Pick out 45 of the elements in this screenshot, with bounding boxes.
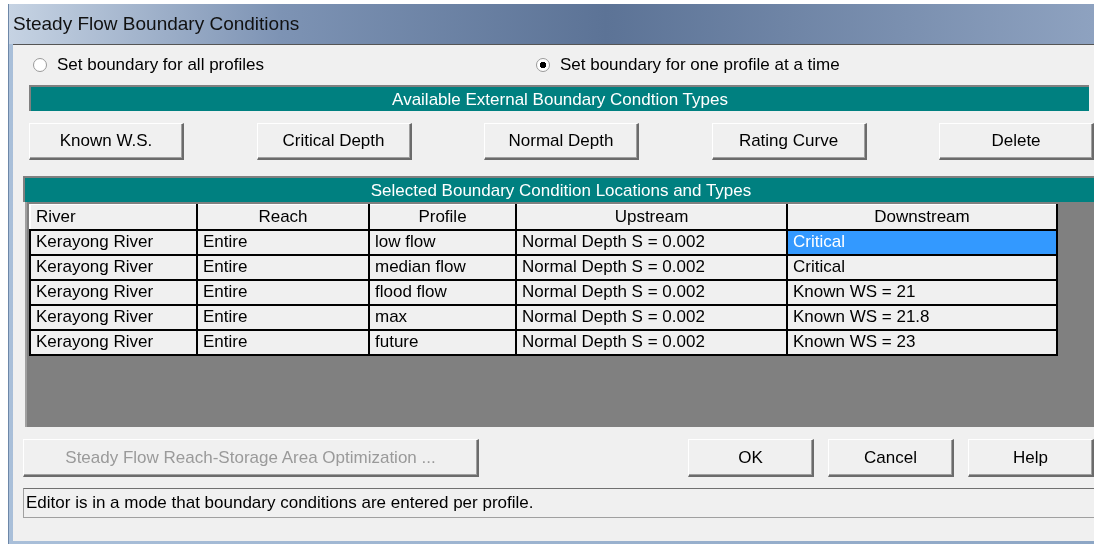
radio-icon[interactable] bbox=[535, 58, 550, 72]
table-cell[interactable]: Critical bbox=[787, 254, 1057, 280]
table-cell[interactable]: Known WS = 23 bbox=[787, 329, 1057, 355]
dialog-button[interactable]: OK bbox=[688, 439, 814, 477]
table-cell: max bbox=[369, 304, 516, 330]
table-cell: Kerayong River bbox=[30, 254, 197, 280]
table-cell: Entire bbox=[197, 329, 369, 355]
column-header: Reach bbox=[197, 204, 369, 230]
dialog-button[interactable]: Cancel bbox=[828, 439, 954, 477]
type-button[interactable]: Rating Curve bbox=[711, 123, 867, 160]
table-cell: Entire bbox=[197, 279, 369, 305]
status-bar: Editor is in a mode that boundary conditions are entered per profile. bbox=[23, 488, 1094, 518]
radio-icon[interactable] bbox=[33, 58, 47, 72]
type-button[interactable]: Normal Depth bbox=[484, 123, 639, 160]
table-cell: Normal Depth S = 0.002 bbox=[516, 229, 787, 255]
table-cell: Kerayong River bbox=[30, 229, 197, 255]
table-cell: median flow bbox=[369, 254, 516, 280]
column-header: River bbox=[30, 204, 197, 230]
type-button[interactable]: Known W.S. bbox=[29, 123, 184, 160]
table-cell: Normal Depth S = 0.002 bbox=[516, 279, 787, 305]
column-header: Downstream bbox=[787, 204, 1057, 230]
table-cell: Normal Depth S = 0.002 bbox=[516, 254, 787, 280]
table-cell[interactable]: Known WS = 21 bbox=[787, 279, 1057, 305]
column-header: Profile bbox=[369, 204, 516, 230]
table-cell: low flow bbox=[369, 229, 516, 255]
table-cell[interactable]: Known WS = 21.8 bbox=[787, 304, 1057, 330]
window-title: Steady Flow Boundary Conditions bbox=[13, 13, 300, 35]
radio-option[interactable]: Set boundary for one profile at a time bbox=[535, 55, 840, 75]
type-button[interactable]: Delete bbox=[939, 123, 1094, 160]
table-cell: flood flow bbox=[369, 279, 516, 305]
section-header: Available External Boundary Condtion Types bbox=[29, 85, 1089, 111]
dialog-button[interactable]: Help bbox=[968, 439, 1094, 477]
table-cell: future bbox=[369, 329, 516, 355]
table-cell: Entire bbox=[197, 304, 369, 330]
table-cell: Normal Depth S = 0.002 bbox=[516, 329, 787, 355]
table-cell: Kerayong River bbox=[30, 279, 197, 305]
table-cell: Entire bbox=[197, 254, 369, 280]
column-header: Upstream bbox=[516, 204, 787, 230]
table-cell: Kerayong River bbox=[30, 304, 197, 330]
table-cell: Normal Depth S = 0.002 bbox=[516, 304, 787, 330]
type-button[interactable]: Critical Depth bbox=[256, 123, 412, 160]
radio-option[interactable]: Set boundary for all profiles bbox=[33, 55, 264, 75]
section-header: Selected Boundary Condition Locations and Types bbox=[23, 176, 1094, 202]
table-cell: Kerayong River bbox=[30, 329, 197, 355]
table-cell: Entire bbox=[197, 229, 369, 255]
